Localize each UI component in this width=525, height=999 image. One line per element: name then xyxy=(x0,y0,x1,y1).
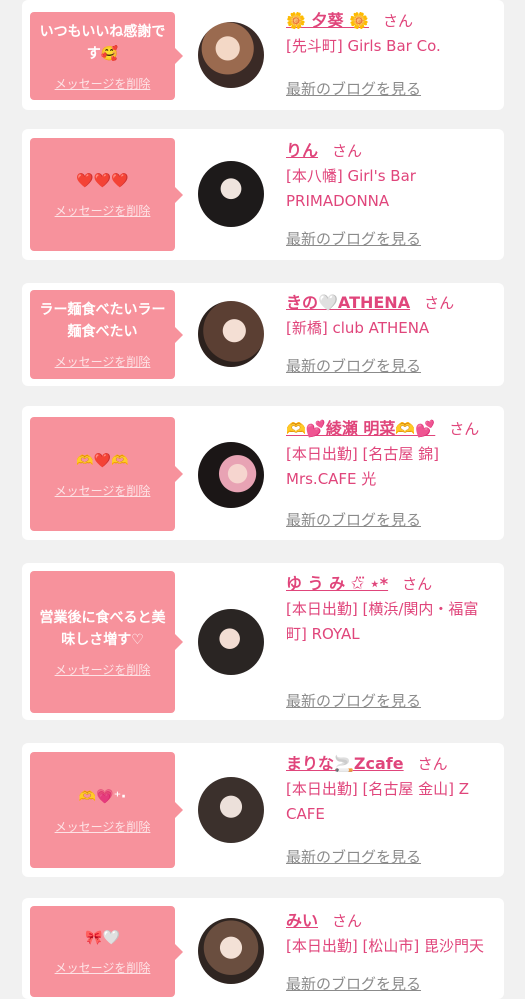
latest-blog-link[interactable]: 最新のブログを見る xyxy=(286,78,421,99)
profile-info: ゆ う み ✩⃛ ⋆* さん [本日出勤] [横浜/関内・福富町] ROYAL xyxy=(286,571,496,647)
message-card: いつもいいね感謝です🥰 メッセージを削除 🌼 夕葵 🌼 さん [先斗町] Girl… xyxy=(22,0,504,110)
message-text: ラー麺食べたいラー麺食べたい xyxy=(39,302,166,340)
message-text: ❤️❤️❤️ xyxy=(76,173,129,189)
message-card: 🫶❤️🫶 メッセージを削除 🫶💕綾瀬 明菜🫶💕 さん [本日出勤] [名古屋 錦]… xyxy=(22,406,504,540)
delete-message-link[interactable]: メッセージを削除 xyxy=(55,202,151,219)
message-bubble: ❤️❤️❤️ メッセージを削除 xyxy=(30,138,183,251)
shop-info: [先斗町] Girls Bar Co. xyxy=(286,37,441,55)
latest-blog-link[interactable]: 最新のブログを見る xyxy=(286,355,421,376)
latest-blog-link[interactable]: 最新のブログを見る xyxy=(286,228,421,249)
profile-name-link[interactable]: 🫶💕綾瀬 明菜🫶💕 xyxy=(286,419,435,438)
honorific: さん xyxy=(332,912,363,930)
message-bubble: いつもいいね感謝です🥰 メッセージを削除 xyxy=(30,12,183,100)
profile-name-link[interactable]: みい xyxy=(286,911,318,930)
message-card: 営業後に食べると美味しさ増す♡ メッセージを削除 ゆ う み ✩⃛ ⋆* さん [… xyxy=(22,563,504,720)
shop-info: [本八幡] Girl's Bar PRIMADONNA xyxy=(286,167,416,210)
message-bubble: 🫶💗⁺‧ メッセージを削除 xyxy=(30,752,183,868)
avatar[interactable] xyxy=(198,609,264,675)
honorific: さん xyxy=(402,575,433,593)
shop-info: [新橋] club ATHENA xyxy=(286,319,430,337)
shop-info: [本日出勤] [名古屋 錦] Mrs.CAFE 光 xyxy=(286,445,439,488)
message-bubble: ラー麺食べたいラー麺食べたい メッセージを削除 xyxy=(30,290,183,379)
profile-info: みい さん [本日出勤] [松山市] 毘沙門天 xyxy=(286,908,496,959)
delete-message-link[interactable]: メッセージを削除 xyxy=(55,661,151,678)
profile-info: 🌼 夕葵 🌼 さん [先斗町] Girls Bar Co. xyxy=(286,8,496,59)
message-text: 🎀🤍 xyxy=(85,930,120,946)
delete-message-link[interactable]: メッセージを削除 xyxy=(55,353,151,370)
message-bubble: 🎀🤍 メッセージを削除 xyxy=(30,906,183,997)
delete-message-link[interactable]: メッセージを削除 xyxy=(55,818,151,835)
avatar[interactable] xyxy=(198,161,264,227)
profile-info: まりな🚬Zcafe さん [本日出勤] [名古屋 金山] Z CAFE xyxy=(286,751,496,827)
message-text: いつもいいね感謝です🥰 xyxy=(39,23,166,62)
avatar[interactable] xyxy=(198,777,264,843)
profile-name-link[interactable]: きの🤍ATHENA xyxy=(286,293,410,312)
message-bubble: 営業後に食べると美味しさ増す♡ メッセージを削除 xyxy=(30,571,183,713)
shop-info: [本日出勤] [松山市] 毘沙門天 xyxy=(286,937,484,955)
message-bubble: 🫶❤️🫶 メッセージを削除 xyxy=(30,417,183,531)
profile-info: りん さん [本八幡] Girl's Bar PRIMADONNA xyxy=(286,138,496,214)
profile-name-link[interactable]: りん xyxy=(286,141,318,160)
message-card: ラー麺食べたいラー麺食べたい メッセージを削除 きの🤍ATHENA さん [新橋]… xyxy=(22,283,504,386)
honorific: さん xyxy=(449,420,480,438)
message-card: 🎀🤍 メッセージを削除 みい さん [本日出勤] [松山市] 毘沙門天 最新のブロ… xyxy=(22,898,504,999)
honorific: さん xyxy=(383,12,414,30)
message-card: 🫶💗⁺‧ メッセージを削除 まりな🚬Zcafe さん [本日出勤] [名古屋 金山… xyxy=(22,743,504,877)
profile-name-link[interactable]: 🌼 夕葵 🌼 xyxy=(286,11,369,30)
message-text: 🫶❤️🫶 xyxy=(76,452,129,469)
profile-name-link[interactable]: ゆ う み ✩⃛ ⋆* xyxy=(286,574,388,593)
honorific: さん xyxy=(417,755,448,773)
profile-info: 🫶💕綾瀬 明菜🫶💕 さん [本日出勤] [名古屋 錦] Mrs.CAFE 光 xyxy=(286,416,496,492)
avatar[interactable] xyxy=(198,918,264,984)
latest-blog-link[interactable]: 最新のブログを見る xyxy=(286,690,421,711)
avatar[interactable] xyxy=(198,301,264,367)
honorific: さん xyxy=(424,294,455,312)
honorific: さん xyxy=(332,142,363,160)
profile-info: きの🤍ATHENA さん [新橋] club ATHENA xyxy=(286,290,496,341)
latest-blog-link[interactable]: 最新のブログを見る xyxy=(286,509,421,530)
delete-message-link[interactable]: メッセージを削除 xyxy=(55,959,151,976)
shop-info: [本日出勤] [横浜/関内・福富町] ROYAL xyxy=(286,600,479,643)
latest-blog-link[interactable]: 最新のブログを見る xyxy=(286,846,421,867)
message-text: 営業後に食べると美味しさ増す♡ xyxy=(39,609,166,648)
message-card: ❤️❤️❤️ メッセージを削除 りん さん [本八幡] Girl's Bar PR… xyxy=(22,129,504,260)
avatar[interactable] xyxy=(198,22,264,88)
delete-message-link[interactable]: メッセージを削除 xyxy=(55,75,151,92)
message-text: 🫶💗⁺‧ xyxy=(78,788,127,805)
profile-name-link[interactable]: まりな🚬Zcafe xyxy=(286,754,404,773)
avatar[interactable] xyxy=(198,442,264,508)
latest-blog-link[interactable]: 最新のブログを見る xyxy=(286,973,421,994)
shop-info: [本日出勤] [名古屋 金山] Z CAFE xyxy=(286,780,469,823)
delete-message-link[interactable]: メッセージを削除 xyxy=(55,482,151,499)
